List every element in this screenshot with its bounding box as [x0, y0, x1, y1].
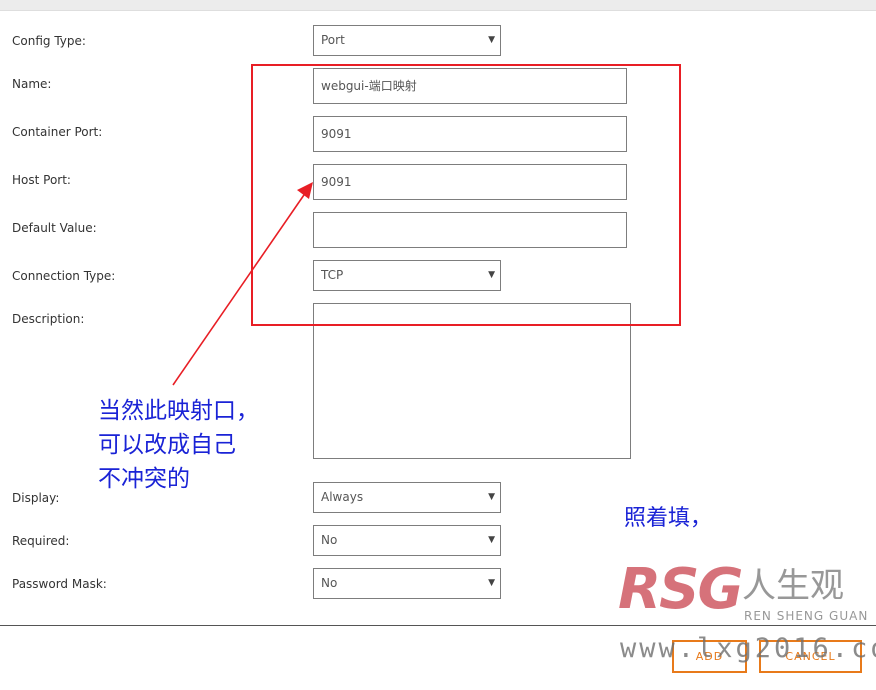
- default-value-label: Default Value:: [12, 221, 97, 235]
- caret-down-icon: ▼: [488, 492, 495, 502]
- display-value: Always: [321, 490, 364, 504]
- caret-down-icon: ▼: [488, 35, 495, 45]
- footer-divider: [0, 625, 876, 626]
- description-textarea[interactable]: [313, 303, 631, 459]
- required-select[interactable]: No ▼: [313, 525, 501, 556]
- annotation-note-line1: 当然此映射口，: [98, 398, 259, 424]
- connection-type-label: Connection Type:: [12, 269, 116, 283]
- display-select[interactable]: Always ▼: [313, 482, 501, 513]
- caret-down-icon: ▼: [488, 535, 495, 545]
- host-port-label: Host Port:: [12, 173, 71, 187]
- highlight-box: [251, 64, 681, 326]
- required-label: Required:: [12, 534, 70, 548]
- dialog-title-bar: [0, 0, 876, 11]
- description-label: Description:: [12, 312, 85, 326]
- annotation-note-line3: 不冲突的: [98, 466, 190, 492]
- watermark-en: REN SHENG GUAN: [744, 609, 869, 623]
- watermark-url: www.lxg2016.com: [620, 633, 876, 664]
- password-mask-value: No: [321, 576, 338, 590]
- container-port-label: Container Port:: [12, 125, 103, 139]
- annotation-note-line2: 可以改成自己: [98, 432, 236, 458]
- annotation-fill-hint: 照着填，: [624, 506, 713, 531]
- display-label: Display:: [12, 491, 60, 505]
- config-type-select[interactable]: Port ▼: [313, 25, 501, 56]
- password-mask-label: Password Mask:: [12, 577, 107, 591]
- config-type-label: Config Type:: [12, 34, 86, 48]
- watermark-cn: 人生观: [742, 566, 844, 606]
- required-value: No: [321, 533, 338, 547]
- password-mask-select[interactable]: No ▼: [313, 568, 501, 599]
- caret-down-icon: ▼: [488, 578, 495, 588]
- watermark-logo: RSG: [618, 557, 743, 622]
- name-label: Name:: [12, 77, 52, 91]
- config-type-value: Port: [321, 33, 345, 47]
